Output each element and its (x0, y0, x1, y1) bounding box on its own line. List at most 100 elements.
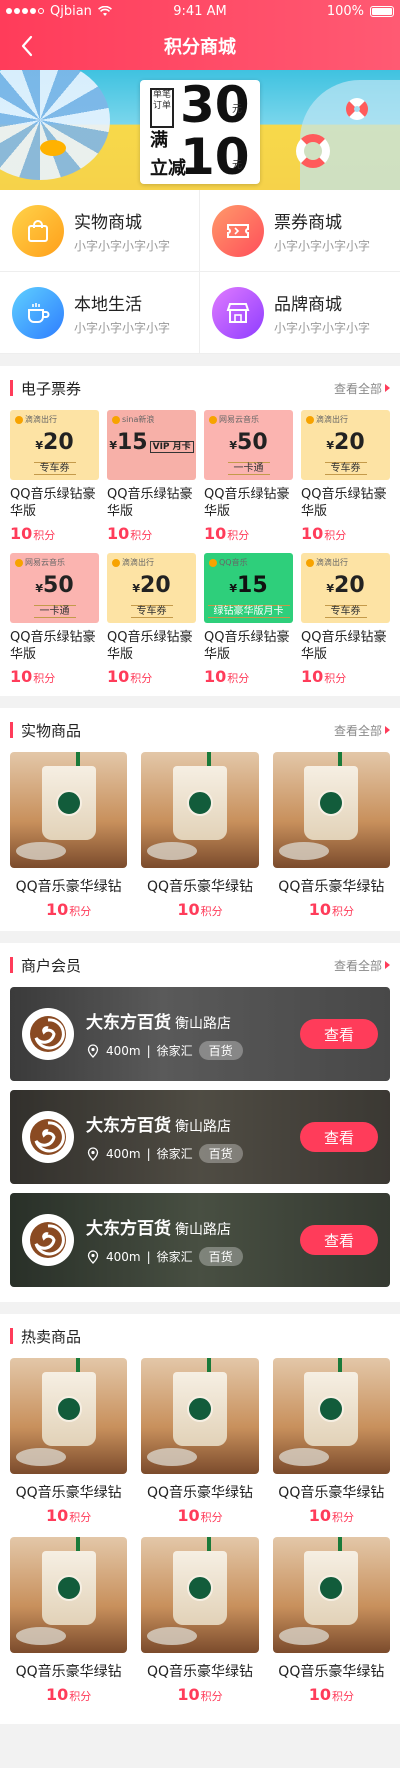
lace-graphic (16, 1627, 66, 1645)
brand-logo: 滴滴出行 (112, 557, 154, 568)
product-card[interactable]: QQ音乐豪华绿钻 10积分 (141, 1358, 259, 1525)
section-title: 商户会员 (10, 955, 81, 976)
merchant-name: 大东方百货 (86, 1013, 171, 1033)
currency-symbol: ¥ (229, 439, 238, 452)
brand-name: 滴滴出行 (316, 415, 348, 424)
status-time: 9:41 AM (173, 3, 227, 19)
eticket-desc-label: 一卡通 (33, 605, 76, 618)
view-all-label: 查看全部 (333, 958, 382, 973)
eticket-item[interactable]: 滴滴出行 ¥20 专车券 QQ音乐绿钻豪华版 10积分 (107, 553, 196, 686)
product-name: QQ音乐豪华绿钻 (278, 1485, 385, 1501)
product-card[interactable]: QQ音乐豪华绿钻 10积分 (141, 1537, 259, 1704)
product-name: QQ音乐豪华绿钻 (278, 1664, 385, 1680)
eticket-item[interactable]: QQ音乐 ¥15 绿钻豪华版月卡 QQ音乐绿钻豪华版 10积分 (204, 553, 293, 686)
eticket-desc-label: 专车券 (130, 605, 173, 618)
product-name: QQ音乐豪华绿钻 (15, 1664, 122, 1680)
eticket-item[interactable]: 滴滴出行 ¥20 专车券 QQ音乐绿钻豪华版 10积分 (301, 553, 390, 686)
eticket-desc: 专车券 (301, 459, 390, 475)
category-local-life[interactable]: 本地生活 小字小字小字小字 (0, 272, 200, 354)
view-all-link[interactable]: 查看全部 (334, 380, 390, 397)
merchant-branch: 衡山路店 (175, 1016, 231, 1032)
value-number: 15 (237, 573, 268, 598)
value-number: 50 (43, 573, 74, 598)
hot-product-row: QQ音乐豪华绿钻 10积分 QQ音乐豪华绿钻 10积分 QQ音乐豪华绿钻 10积分 (10, 1537, 390, 1716)
points-unit: 积分 (331, 1690, 354, 1703)
value-number: 15 (116, 430, 148, 455)
brand-name: 滴滴出行 (25, 415, 57, 424)
merchant-list: 大东方百货 衡山路店 400m | 徐家汇 百货 查看 大东方百货 衡山路店 400m | 徐家汇 百货… (0, 987, 400, 1302)
eticket-card: 滴滴出行 ¥20 专车券 (10, 410, 99, 480)
product-card[interactable]: QQ音乐豪华绿钻 10积分 (272, 752, 390, 919)
location-pin-icon (87, 1249, 99, 1264)
merchant-card[interactable]: 大东方百货 衡山路店 400m | 徐家汇 百货 查看 (10, 1193, 390, 1287)
category-ticket-mall[interactable]: 票券商城 小字小字小字小字 (200, 190, 400, 272)
section-header: 电子票券 查看全部 (0, 366, 400, 410)
brand-icon (112, 415, 120, 424)
view-merchant-button[interactable]: 查看 (300, 1019, 378, 1049)
eticket-item[interactable]: 滴滴出行 ¥20 专车券 QQ音乐绿钻豪华版 10积分 (10, 410, 99, 543)
eticket-desc-label: 一卡通 (227, 462, 270, 475)
currency-symbol: ¥ (35, 582, 44, 595)
arrow-right-icon (385, 726, 390, 734)
points-price: 10积分 (10, 667, 99, 686)
product-card[interactable]: QQ音乐豪华绿钻 10积分 (10, 752, 128, 919)
merchant-logo (22, 1008, 74, 1060)
eticket-card: 滴滴出行 ¥20 专车券 (301, 553, 390, 623)
eticket-item[interactable]: 滴滴出行 ¥20 专车券 QQ音乐绿钻豪华版 10积分 (301, 410, 390, 543)
points-number: 10 (308, 900, 331, 919)
divider: | (146, 1043, 151, 1058)
merchant-title: 大东方百货 衡山路店 (86, 1008, 300, 1033)
eticket-value: ¥15 (204, 573, 293, 598)
merchant-card[interactable]: 大东方百货 衡山路店 400m | 徐家汇 百货 查看 (10, 987, 390, 1081)
product-card[interactable]: QQ音乐豪华绿钻 10积分 (10, 1358, 128, 1525)
location-pin-icon (87, 1043, 99, 1058)
value-number: 20 (334, 430, 365, 455)
points-number: 10 (10, 667, 33, 686)
page-title: 积分商城 (164, 37, 236, 58)
product-card[interactable]: QQ音乐豪华绿钻 10积分 (141, 752, 259, 919)
merchant-card[interactable]: 大东方百货 衡山路店 400m | 徐家汇 百货 查看 (10, 1090, 390, 1184)
duck-graphic (40, 140, 66, 156)
merchant-area: 徐家汇 (156, 1044, 193, 1058)
category-brand-mall[interactable]: 品牌商城 小字小字小字小字 (200, 272, 400, 354)
points-price: 10积分 (204, 667, 293, 686)
wifi-icon (97, 5, 112, 16)
points-price: 10积分 (141, 900, 258, 919)
eticket-name: QQ音乐绿钻豪华版 (204, 487, 290, 519)
eticket-name: QQ音乐绿钻豪华版 (301, 487, 387, 519)
merchant-area: 徐家汇 (156, 1250, 193, 1264)
view-merchant-button[interactable]: 查看 (300, 1122, 378, 1152)
points-number: 10 (46, 1506, 69, 1525)
promo-banner[interactable]: 单笔订单 满 30 元 立减 10 元 (0, 70, 400, 190)
view-all-link[interactable]: 查看全部 (334, 722, 390, 739)
points-price: 10积分 (10, 900, 127, 919)
eticket-item[interactable]: 网易云音乐 ¥50 一卡通 QQ音乐绿钻豪华版 10积分 (10, 553, 99, 686)
eticket-item[interactable]: sina新浪 ¥15 VIP 月卡 QQ音乐绿钻豪华版 10积分 (107, 410, 196, 543)
merchant-logo (22, 1111, 74, 1163)
brand-logo: 网易云音乐 (209, 414, 259, 425)
points-unit: 积分 (69, 905, 92, 918)
points-number: 10 (107, 524, 130, 543)
category-physical-mall[interactable]: 实物商城 小字小字小字小字 (0, 190, 200, 272)
product-card[interactable]: QQ音乐豪华绿钻 10积分 (10, 1537, 128, 1704)
view-merchant-button[interactable]: 查看 (300, 1225, 378, 1255)
merchant-name: 大东方百货 (86, 1116, 171, 1136)
points-unit: 积分 (200, 1690, 223, 1703)
product-card[interactable]: QQ音乐豪华绿钻 10积分 (272, 1358, 390, 1525)
eticket-desc-label: 专车券 (324, 462, 367, 475)
category-sub: 小字小字小字小字 (74, 321, 171, 335)
merchant-category-badge: 百货 (198, 1144, 243, 1163)
coffee-logo-graphic (55, 790, 82, 816)
back-arrow-icon[interactable] (14, 32, 42, 60)
category-name: 品牌商城 (274, 295, 342, 315)
points-unit: 积分 (200, 905, 223, 918)
eticket-item[interactable]: 网易云音乐 ¥50 一卡通 QQ音乐绿钻豪华版 10积分 (204, 410, 293, 543)
eticket-name: QQ音乐绿钻豪华版 (10, 487, 96, 519)
view-all-link[interactable]: 查看全部 (334, 957, 390, 974)
currency-symbol: ¥ (132, 582, 141, 595)
product-card[interactable]: QQ音乐豪华绿钻 10积分 (272, 1537, 390, 1704)
merchant-title: 大东方百货 衡山路店 (86, 1111, 300, 1136)
location-pin-icon (87, 1146, 99, 1161)
eticket-section: 电子票券 查看全部 滴滴出行 ¥20 专车券 QQ音乐绿钻豪华版 10积分 sina新浪 ¥… (0, 366, 400, 696)
points-unit: 积分 (324, 672, 347, 685)
